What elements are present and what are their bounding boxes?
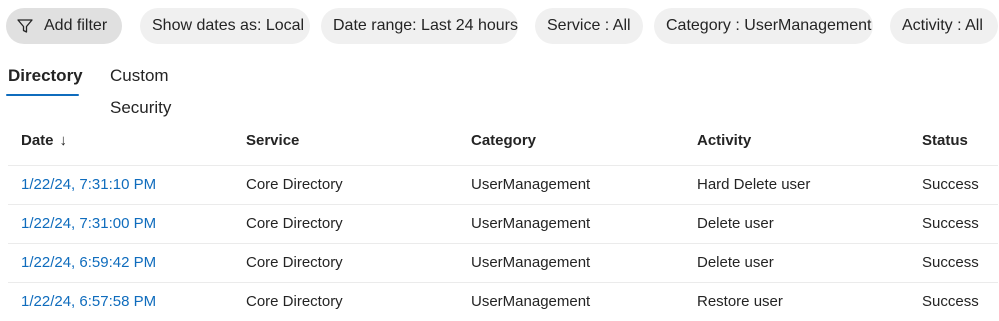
activity-cell: Delete user [697, 215, 774, 232]
column-header-service[interactable]: Service [246, 118, 299, 164]
activity-cell: Restore user [697, 293, 783, 310]
table-row[interactable]: 1/22/24, 6:57:58 PM Core Directory UserM… [8, 283, 998, 321]
date-range-filter-pill[interactable]: Date range: Last 24 hours [321, 8, 518, 44]
service-filter-pill[interactable]: Service : All [535, 8, 643, 44]
status-cell: Success [922, 176, 979, 193]
service-cell: Core Directory [246, 176, 343, 193]
category-cell: UserManagement [471, 254, 591, 271]
column-header-label: Date [21, 132, 54, 149]
column-header-status[interactable]: Status [922, 118, 968, 164]
audit-log-table: Date ↓ Service Category Activity Status 1… [8, 118, 998, 321]
service-cell: Core Directory [246, 254, 343, 271]
category-cell: UserManagement [471, 215, 591, 232]
funnel-icon [17, 19, 33, 33]
status-cell: Success [922, 293, 979, 310]
tab-label: Directory [8, 66, 83, 85]
service-cell: Core Directory [246, 215, 343, 232]
add-filter-label: Add filter [44, 17, 108, 34]
table-row[interactable]: 1/22/24, 7:31:10 PM Core Directory UserM… [8, 166, 998, 205]
add-filter-button[interactable]: Add filter [6, 8, 122, 44]
table-row[interactable]: 1/22/24, 7:31:00 PM Core Directory UserM… [8, 205, 998, 244]
column-header-activity[interactable]: Activity [697, 118, 751, 164]
activity-cell: Delete user [697, 254, 774, 271]
service-cell: Core Directory [246, 293, 343, 310]
date-link[interactable]: 1/22/24, 7:31:00 PM [21, 205, 156, 243]
status-cell: Success [922, 215, 979, 232]
table-row[interactable]: 1/22/24, 6:59:42 PM Core Directory UserM… [8, 244, 998, 283]
category-cell: UserManagement [471, 176, 591, 193]
activity-cell: Hard Delete user [697, 176, 811, 193]
tab-directory[interactable]: Directory [8, 60, 83, 98]
pill-label: Activity : All [902, 17, 983, 34]
tab-label: Custom Security [110, 66, 172, 117]
column-header-category[interactable]: Category [471, 118, 536, 164]
pill-label: Service : All [547, 17, 631, 34]
column-header-date[interactable]: Date ↓ [21, 118, 67, 164]
table-header-row: Date ↓ Service Category Activity Status [8, 118, 998, 166]
status-cell: Success [922, 254, 979, 271]
active-tab-indicator [6, 94, 79, 96]
category-cell: UserManagement [471, 293, 591, 310]
pill-label: Category : UserManagement [666, 17, 872, 34]
date-display-filter-pill[interactable]: Show dates as: Local [140, 8, 310, 44]
date-link[interactable]: 1/22/24, 6:59:42 PM [21, 244, 156, 282]
tab-custom-security[interactable]: Custom Security [110, 60, 171, 117]
date-link[interactable]: 1/22/24, 6:57:58 PM [21, 283, 156, 321]
activity-filter-pill[interactable]: Activity : All [890, 8, 998, 44]
pill-label: Show dates as: Local [152, 17, 305, 34]
pill-label: Date range: Last 24 hours [333, 17, 519, 34]
date-link[interactable]: 1/22/24, 7:31:10 PM [21, 166, 156, 204]
category-filter-pill[interactable]: Category : UserManagement [654, 8, 873, 44]
sort-descending-icon: ↓ [59, 132, 68, 149]
